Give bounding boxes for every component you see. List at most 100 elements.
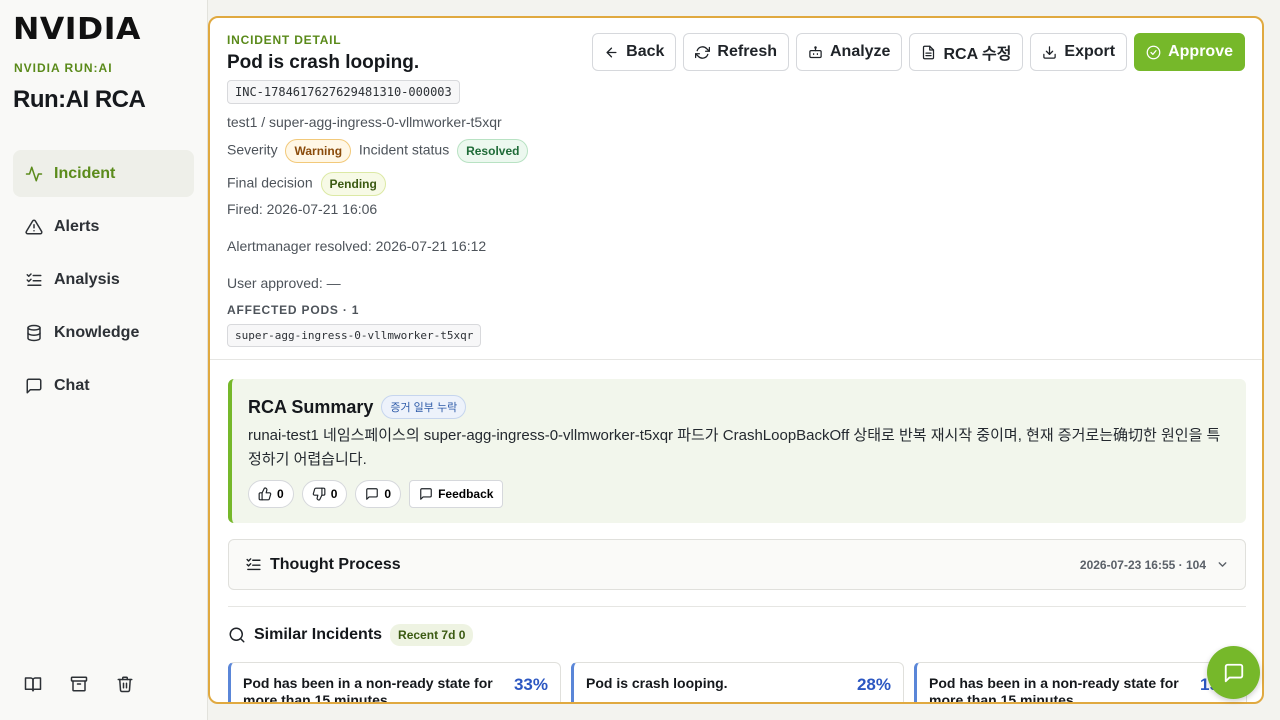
archive-icon[interactable]	[70, 674, 88, 694]
thought-process-meta: 2026-07-23 16:55 · 104	[1080, 558, 1229, 572]
sidebar-item-label: Analysis	[54, 270, 120, 288]
section-eyebrow: INCIDENT DETAIL	[227, 33, 342, 47]
export-label: Export	[1064, 43, 1116, 60]
incident-title: Pod is crash looping.	[227, 52, 420, 73]
divider	[210, 359, 1262, 360]
approved-status: User approved: —	[227, 275, 341, 291]
message-square-icon	[26, 378, 42, 393]
sidebar-item-incident[interactable]: Incident	[13, 150, 194, 197]
list-checks-icon	[246, 558, 261, 571]
decision-row: Final decision Pending	[227, 172, 390, 196]
fired-time: Fired: 2026-07-21 16:06	[227, 201, 378, 217]
thought-timestamp: 2026-07-23 16:55 · 104	[1079, 557, 1206, 572]
sidebar-item-analysis[interactable]: Analysis	[13, 256, 194, 303]
file-text-icon	[923, 45, 935, 59]
similar-incidents-title: Similar Incidents	[254, 626, 383, 643]
feedback-label: Feedback	[438, 487, 494, 501]
similarity-score: 28%	[856, 675, 891, 694]
likes-count: 0	[277, 487, 284, 501]
trash-icon[interactable]	[116, 674, 134, 694]
sidebar-nav: Incident Alerts Analysis Knowledge Chat	[13, 150, 194, 415]
severity-row: Severity Warning Incident status Resolve…	[227, 139, 532, 163]
similar-incidents-list: Pod has been in a non-ready state for mo…	[228, 662, 1247, 704]
card-title: Pod has been in a non-ready state for mo…	[243, 675, 493, 704]
similarity-score: 33%	[513, 675, 548, 694]
nvidia-logo: NVIDIA	[13, 12, 141, 47]
severity-label: Severity	[227, 141, 278, 158]
brand-subtitle: NVIDIA RUN:AI	[14, 61, 113, 75]
sidebar-item-chat[interactable]: Chat	[13, 362, 194, 409]
check-circle-icon	[1146, 45, 1161, 59]
list-checks-icon	[26, 272, 42, 286]
analyze-label: Analyze	[829, 43, 891, 60]
dislikes-count: 0	[330, 487, 338, 501]
back-label: Back	[626, 43, 665, 60]
download-icon	[1043, 45, 1057, 59]
approve-button[interactable]: Approve	[1134, 33, 1245, 71]
incident-id: INC-1784617627629481310-000003	[227, 80, 460, 104]
incident-detail-panel: INCIDENT DETAIL Pod is crash looping. IN…	[208, 16, 1264, 704]
app-title: Run:AI RCA	[13, 86, 146, 113]
chat-fab-button[interactable]	[1207, 646, 1260, 699]
similar-incident-card[interactable]: Pod is crash looping. 28%	[571, 662, 904, 702]
incident-path: test1 / super-agg-ingress-0-vllmworker-t…	[227, 114, 502, 130]
alert-triangle-icon	[25, 218, 43, 234]
message-square-icon	[1224, 663, 1243, 682]
sidebar-item-label: Chat	[54, 376, 90, 394]
export-button[interactable]: Export	[1030, 33, 1128, 71]
recent-badge: Recent 7d 0	[390, 624, 474, 646]
approve-label: Approve	[1168, 43, 1233, 60]
sidebar-item-label: Incident	[54, 164, 116, 182]
similar-incidents-header: Similar Incidents Recent 7d 0	[228, 624, 474, 646]
activity-icon	[25, 166, 43, 181]
sidebar-item-alerts[interactable]: Alerts	[13, 203, 194, 250]
analyze-button[interactable]: Analyze	[795, 33, 903, 71]
database-icon	[27, 324, 41, 341]
card-title: Pod has been in a non-ready state for mo…	[929, 675, 1179, 704]
rca-feedback-bar: 0 0 0 Feedback	[248, 480, 1230, 508]
status-label: Incident status	[358, 141, 450, 158]
rca-edit-button[interactable]: RCA 수정	[909, 33, 1024, 71]
refresh-button[interactable]: Refresh	[683, 33, 789, 71]
comments-button[interactable]: 0	[355, 480, 402, 508]
rca-header: RCA Summary 증거 일부 누락	[248, 395, 1230, 419]
similar-incident-card[interactable]: Pod has been in a non-ready state for mo…	[228, 662, 561, 704]
rca-text: runai-test1 네임스페이스의 super-agg-ingress-0-…	[248, 427, 1221, 468]
divider	[228, 606, 1246, 607]
rca-title: RCA Summary	[248, 396, 374, 417]
severity-badge: Warning	[285, 139, 352, 163]
feedback-button[interactable]: Feedback	[409, 480, 504, 508]
decision-label: Final decision	[227, 174, 313, 191]
thumbs-up-button[interactable]: 0	[248, 480, 294, 508]
action-toolbar: Back Refresh Analyze RCA 수정 Export Appro…	[592, 33, 1245, 71]
refresh-label: Refresh	[717, 43, 777, 60]
rca-evidence-tag: 증거 일부 누락	[381, 395, 467, 419]
decision-badge: Pending	[320, 172, 386, 196]
affected-pods-label: AFFECTED PODS · 1	[227, 303, 360, 317]
sidebar-item-knowledge[interactable]: Knowledge	[13, 309, 194, 356]
thought-process-toggle[interactable]: Thought Process 2026-07-23 16:55 · 104	[228, 539, 1246, 590]
pod-chip[interactable]: super-agg-ingress-0-vllmworker-t5xqr	[227, 324, 482, 347]
card-title: Pod is crash looping.	[586, 675, 728, 691]
message-square-icon	[420, 488, 432, 500]
rca-summary: RCA Summary 증거 일부 누락 runai-test1 네임스페이스의…	[228, 379, 1246, 523]
thumbs-up-icon	[258, 487, 272, 501]
bot-icon	[809, 45, 822, 58]
thought-process-title: Thought Process	[270, 555, 401, 573]
sidebar-item-label: Alerts	[54, 217, 100, 235]
sidebar-item-label: Knowledge	[54, 323, 140, 341]
comments-count: 0	[384, 487, 392, 501]
refresh-icon	[695, 45, 711, 59]
search-icon	[229, 627, 245, 643]
arrow-left-icon	[606, 47, 617, 57]
resolved-time: Alertmanager resolved: 2026-07-21 16:12	[227, 238, 487, 254]
rca-edit-label: RCA 수정	[943, 46, 1012, 63]
back-button[interactable]: Back	[592, 33, 677, 71]
thumbs-down-icon	[312, 487, 326, 501]
status-badge: Resolved	[457, 139, 529, 163]
sidebar-footer	[24, 674, 134, 694]
similar-incident-card[interactable]: Pod has been in a non-ready state for mo…	[914, 662, 1247, 704]
book-icon[interactable]	[24, 674, 42, 694]
chevron-down-icon	[1218, 562, 1227, 567]
thumbs-down-button[interactable]: 0	[301, 480, 348, 508]
